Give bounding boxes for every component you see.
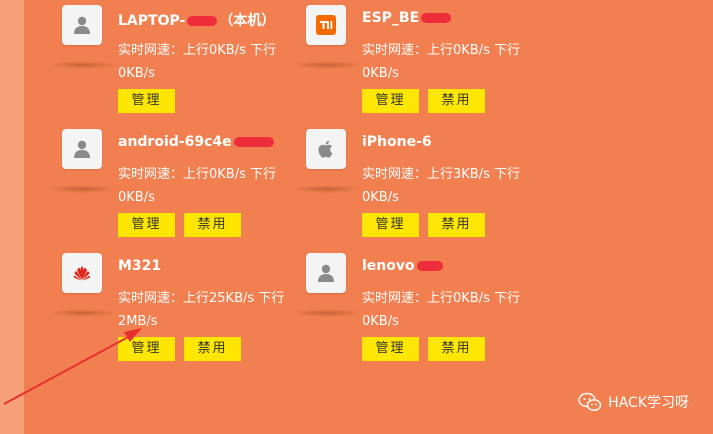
device-name: android-69c4e (118, 134, 276, 150)
left-sidebar-strip (0, 0, 24, 434)
watermark-text: HACK学习呀 (608, 395, 689, 411)
device-speed: 实时网速：上行3KB/s 下行0KB/s (362, 167, 520, 205)
device-card: android-69c4e 实时网速：上行0KB/s 下行0KB/s 管理 禁用 (48, 129, 302, 249)
device-card: LAPTOP- （本机） 实时网速：上行0KB/s 下行0KB/s 管理 (48, 5, 302, 125)
device-speed: 实时网速：上行25KB/s 下行2MB/s (118, 291, 285, 329)
manage-button[interactable]: 管理 (362, 213, 419, 237)
device-name: iPhone-6 (362, 134, 432, 150)
manage-button[interactable]: 管理 (362, 337, 419, 361)
disable-button[interactable]: 禁用 (428, 213, 485, 237)
redaction-mark (416, 261, 443, 271)
person-icon (62, 5, 102, 45)
device-speed: 实时网速：上行0KB/s 下行0KB/s (362, 43, 520, 81)
disable-button[interactable]: 禁用 (428, 89, 485, 113)
redaction-mark (421, 13, 452, 23)
device-name: M321 (118, 258, 162, 274)
redaction-mark (187, 16, 218, 26)
manage-button[interactable]: 管理 (118, 337, 175, 361)
apple-logo-icon (306, 129, 346, 169)
huawei-logo-icon (62, 253, 102, 293)
device-speed: 实时网速：上行0KB/s 下行0KB/s (118, 167, 276, 205)
person-icon (306, 253, 346, 293)
device-speed: 实时网速：上行0KB/s 下行0KB/s (118, 43, 276, 81)
device-card: M321 实时网速：上行25KB/s 下行2MB/s 管理 禁用 (48, 253, 302, 373)
device-card: lenovo 实时网速：上行0KB/s 下行0KB/s 管理 禁用 (292, 253, 546, 373)
manage-button[interactable]: 管理 (118, 213, 175, 237)
device-name: LAPTOP- （本机） (118, 13, 276, 29)
device-card: iPhone-6 实时网速：上行3KB/s 下行0KB/s 管理 禁用 (292, 129, 546, 249)
manage-button[interactable]: 管理 (118, 89, 175, 113)
manage-button[interactable]: 管理 (362, 89, 419, 113)
person-icon (62, 129, 102, 169)
device-card: ESP_BE 实时网速：上行0KB/s 下行0KB/s 管理 禁用 (292, 5, 546, 125)
device-name: lenovo (362, 258, 445, 274)
disable-button[interactable]: 禁用 (428, 337, 485, 361)
device-speed: 实时网速：上行0KB/s 下行0KB/s (362, 291, 520, 329)
device-name: ESP_BE (362, 10, 453, 26)
redaction-mark (233, 137, 274, 147)
disable-button[interactable]: 禁用 (184, 213, 241, 237)
watermark: HACK学习呀 (578, 392, 689, 412)
xiaomi-logo-icon (306, 5, 346, 45)
wechat-icon (578, 392, 602, 411)
disable-button[interactable]: 禁用 (184, 337, 241, 361)
